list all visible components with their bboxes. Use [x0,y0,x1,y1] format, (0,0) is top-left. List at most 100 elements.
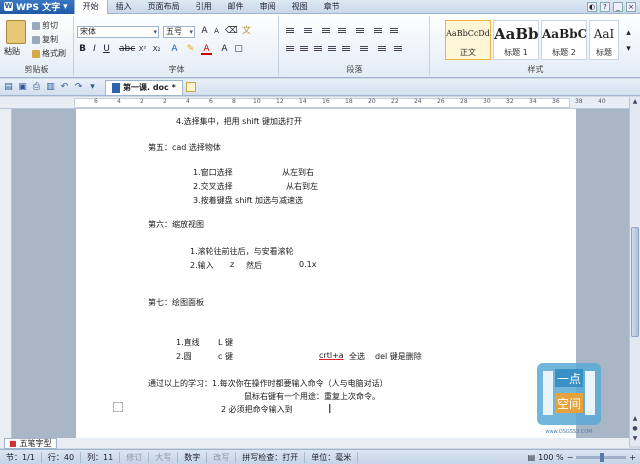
align-left-icon[interactable] [284,44,296,54]
save-icon[interactable]: ▣ [17,82,28,93]
styles-scroll-up-icon[interactable]: ▴ [623,28,634,39]
font-color-icon[interactable]: A [201,44,212,55]
doc-line: 通过以上的学习：1.每次你在操作时都要输入命令（人与电脑对话） [148,379,388,388]
print-preview-icon[interactable]: ▥ [45,82,56,93]
horizontal-ruler[interactable]: 6 4 2 2 4 6 8 10 12 14 16 18 20 22 24 26… [0,97,629,109]
italic-icon[interactable]: I [89,44,100,55]
select-browse-icon[interactable]: ● [631,425,639,433]
cut-button[interactable]: 剪切 [32,20,58,31]
borders-icon[interactable] [392,44,404,54]
zoom-in-icon[interactable]: + [629,453,636,462]
chevron-down-icon: ▾ [63,1,68,12]
tab-insert[interactable]: 插入 [108,0,140,14]
line-spacing-icon[interactable] [358,44,370,54]
justify-icon[interactable] [326,44,338,54]
tab-home[interactable]: 开始 [73,0,108,14]
close-icon[interactable]: × [626,1,636,12]
skin-icon[interactable]: ◐ [587,1,597,12]
style-heading-1[interactable]: AaBb 标题 1 [493,20,539,60]
status-col: 列：11 [81,451,121,463]
chinese-layout-icon[interactable] [354,26,366,36]
superscript-icon[interactable]: X² [137,44,148,55]
status-unit[interactable]: 单位：毫米 [305,451,359,463]
tab-mail[interactable]: 邮件 [220,0,252,14]
tab-review[interactable]: 审阅 [252,0,284,14]
align-right-icon[interactable] [312,44,324,54]
tab-section[interactable]: 章节 [316,0,348,14]
style-title[interactable]: AaI 标题 [589,20,619,60]
undo-icon[interactable]: ↶ [59,82,70,93]
status-row: 行：40 [42,451,82,463]
format-painter-button[interactable]: 格式刷 [32,48,66,59]
document-tab-title: 第一课. doc * [123,83,176,92]
underline-icon[interactable]: U [101,44,112,55]
minimize-icon[interactable]: _ [613,1,623,12]
scrollbar-thumb[interactable] [631,227,639,337]
doc-line: 2.交叉选择 [193,182,233,191]
tab-references[interactable]: 引用 [188,0,220,14]
highlight-icon[interactable]: ✎ [185,44,196,55]
doc-line: 1.窗口选择 [193,168,233,177]
doc-line: 然后 [246,261,262,270]
strikethrough-icon[interactable]: abc [119,44,135,55]
print-icon[interactable]: ⎙ [31,82,42,93]
numbering-icon[interactable] [302,26,314,36]
tab-view[interactable]: 视图 [284,0,316,14]
prev-page-icon[interactable]: ▲ [631,415,639,423]
status-revision[interactable]: 修订 [120,451,150,463]
new-tab-button[interactable] [185,82,196,92]
scroll-up-icon[interactable]: ▲ [631,98,639,106]
redo-icon[interactable]: ↷ [73,82,84,93]
open-icon[interactable]: ▤ [3,82,14,93]
tab-page-layout[interactable]: 页面布局 [140,0,188,14]
bold-icon[interactable]: B [77,44,88,55]
font-group: 宋体 五号 A A ⌫ 文 B I U abc X² X₂ A ✎ A A ▢ … [75,16,279,76]
status-page[interactable]: 节：1/1 [0,451,42,463]
brush-icon [32,49,40,58]
pinyin-icon[interactable]: 文 [241,26,252,37]
doc-line: 2.圆 [176,352,192,361]
zoom-slider[interactable] [576,452,627,462]
style-normal[interactable]: AaBbCcDd 正文 [445,20,491,60]
show-marks-icon[interactable] [388,26,400,36]
font-name-select[interactable]: 宋体 [77,26,159,38]
copy-icon [32,35,40,44]
font-size-select[interactable]: 五号 [163,26,195,38]
ime-tab[interactable]: ■ 五笔字型 [4,438,57,449]
vertical-ruler[interactable] [0,109,12,446]
shading-icon[interactable] [376,44,388,54]
doc-heading: 第六：缩放视图 [148,220,204,229]
distribute-icon[interactable] [340,44,352,54]
customize-chevron-icon[interactable]: ▾ [87,82,98,93]
status-spell-check[interactable]: 拼写检查：打开 [236,451,306,463]
ruler-tick: 12 [276,98,284,105]
paste-icon[interactable] [6,20,26,44]
bullets-icon[interactable] [284,26,296,36]
increase-indent-icon[interactable] [336,26,348,36]
char-shading-icon[interactable]: A [219,44,230,55]
grow-font-icon[interactable]: A [199,26,210,37]
document-tab[interactable]: 第一课. doc * [105,79,183,95]
text-cursor-icon: Ⅰ [328,402,332,416]
status-overwrite[interactable]: 改写 [207,451,237,463]
vertical-scrollbar[interactable]: ▲ ▲ ● ▼ [629,97,640,446]
paste-button[interactable]: 粘贴 [4,46,20,57]
align-center-icon[interactable] [298,44,310,54]
subscript-icon[interactable]: X₂ [151,44,162,55]
ruler-tick: 38 [575,98,583,105]
styles-scroll-down-icon[interactable]: ▾ [623,44,634,55]
zoom-out-icon[interactable]: − [567,453,574,462]
decrease-indent-icon[interactable] [320,26,332,36]
copy-button[interactable]: 复制 [32,34,58,45]
help-icon[interactable]: ? [600,1,610,12]
next-page-icon[interactable]: ▼ [631,435,639,443]
shrink-font-icon[interactable]: A [211,26,222,37]
text-effect-icon[interactable]: A [169,44,180,55]
style-heading-2[interactable]: AaBbC 标题 2 [541,20,587,60]
view-mode-icon[interactable]: ▤ [528,453,536,462]
zoom-slider-knob[interactable] [600,452,605,462]
wps-app-button[interactable]: W WPS 文字 ▾ [0,0,74,14]
clear-format-icon[interactable]: ⌫ [225,26,238,37]
sort-icon[interactable] [372,26,384,36]
char-border-icon[interactable]: ▢ [233,44,244,55]
